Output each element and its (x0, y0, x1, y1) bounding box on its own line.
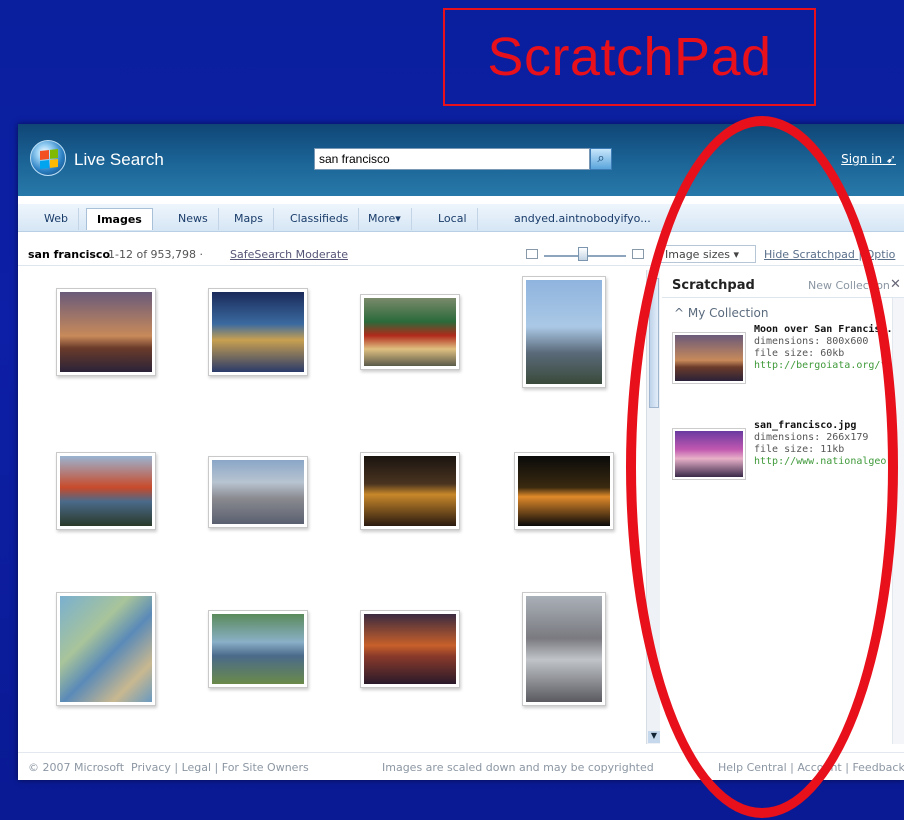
search-icon[interactable]: ⌕ (590, 148, 612, 170)
image-thumbnail (518, 456, 610, 526)
scratchpad-thumbnail (672, 428, 746, 480)
image-sizes-select[interactable]: Image sizes ▾ (660, 245, 756, 263)
nav-tabs: Web Images News Maps Classifieds More▾ L… (18, 204, 904, 232)
image-thumbnail (212, 614, 304, 684)
windows-logo-icon[interactable] (30, 140, 66, 176)
image-result[interactable] (56, 288, 156, 376)
item-filesize: file size: 11kb (754, 444, 845, 455)
image-result[interactable] (208, 288, 308, 376)
item-url[interactable]: http://bergoiata.org/fe/... (754, 360, 904, 371)
tab-maps[interactable]: Maps (224, 208, 274, 230)
item-filesize: file size: 60kb (754, 348, 845, 359)
image-result[interactable] (208, 610, 308, 688)
search-header: Live Search san francisco ⌕ Sign in ➹ (18, 124, 904, 196)
dropdown-arrow-icon: ▾ (733, 248, 740, 261)
image-thumbnail (60, 292, 152, 372)
tab-web[interactable]: Web (34, 208, 79, 230)
image-thumbnail (364, 614, 456, 684)
copyright-note: Images are scaled down and may be copyri… (382, 761, 654, 774)
item-title: san_francisco.jpg (754, 420, 857, 431)
item-url[interactable]: http://www.nationalgeo... (754, 456, 904, 467)
image-thumbnail (60, 596, 152, 702)
tab-more[interactable]: More▾ (358, 208, 412, 230)
image-result[interactable] (522, 276, 606, 388)
safesearch-link[interactable]: SafeSearch Moderate (230, 248, 348, 261)
close-icon[interactable]: ✕ (890, 277, 901, 292)
brand-name[interactable]: Live Search (74, 150, 164, 170)
scratchpad-item[interactable]: san_francisco.jpg dimensions: 266x179 fi… (672, 420, 904, 486)
signin-label: Sign in (841, 152, 883, 166)
image-thumbnail (212, 292, 304, 372)
image-result[interactable] (522, 592, 606, 706)
new-collection-link[interactable]: New Collection (808, 279, 890, 292)
footer-right-links[interactable]: Help Central | Account | Feedback (718, 761, 904, 774)
image-sizes-value: Image sizes (665, 248, 731, 261)
scratchpad-scrollbar[interactable] (892, 298, 904, 744)
search-input[interactable]: san francisco (314, 148, 590, 170)
item-dimensions: dimensions: 800x600 (754, 336, 869, 347)
footer: © 2007 Microsoft Privacy | Legal | For S… (18, 752, 904, 780)
results-scrollbar[interactable]: ▼ (646, 270, 660, 744)
image-result[interactable] (360, 452, 460, 530)
image-thumbnail (526, 280, 602, 384)
image-results-grid (18, 270, 660, 744)
image-result[interactable] (56, 452, 156, 530)
image-thumbnail (60, 456, 152, 526)
results-bar: san francisco 1-12 of 953,798 · SafeSear… (18, 242, 904, 266)
scratchpad-title: Scratchpad (672, 278, 755, 293)
image-result[interactable] (56, 592, 156, 706)
image-thumbnail (364, 298, 456, 366)
large-grid-icon[interactable] (632, 249, 644, 259)
image-thumbnail (212, 460, 304, 524)
tab-news[interactable]: News (168, 208, 219, 230)
slider-knob[interactable] (578, 247, 588, 261)
scratchpad-panel: Scratchpad New Collection ✕ ^ My Collect… (662, 270, 904, 744)
scratchpad-item[interactable]: Moon over San Francisc... dimensions: 80… (672, 324, 904, 390)
footer-left: © 2007 Microsoft Privacy | Legal | For S… (28, 761, 309, 774)
image-result[interactable] (360, 610, 460, 688)
copyright: © 2007 Microsoft (28, 761, 125, 774)
image-result[interactable] (514, 452, 614, 530)
tab-classifieds[interactable]: Classifieds (280, 208, 360, 230)
footer-links[interactable]: Privacy | Legal | For Site Owners (131, 761, 309, 774)
slide-title: ScratchPad (443, 8, 816, 106)
signin-link[interactable]: Sign in ➹ (841, 152, 896, 166)
result-count: 1-12 of 953,798 · (108, 248, 204, 261)
scroll-down-icon[interactable]: ▼ (648, 731, 660, 743)
hide-scratchpad-link[interactable]: Hide Scratchpad | Optio (764, 248, 895, 261)
tab-images[interactable]: Images (86, 208, 153, 230)
item-title: Moon over San Francisc... (754, 324, 904, 335)
item-dimensions: dimensions: 266x179 (754, 432, 869, 443)
small-grid-icon[interactable] (526, 249, 538, 259)
image-result[interactable] (360, 294, 460, 370)
scrollbar-thumb[interactable] (649, 278, 659, 408)
options-link[interactable]: | Optio (858, 248, 895, 261)
tab-local[interactable]: Local (428, 208, 478, 230)
image-result[interactable] (208, 456, 308, 528)
image-thumbnail (364, 456, 456, 526)
scratchpad-thumbnail (672, 332, 746, 384)
query-label: san francisco (28, 248, 111, 261)
scratchpad-header: Scratchpad New Collection ✕ (662, 270, 904, 298)
browser-window: Live Search san francisco ⌕ Sign in ➹ We… (18, 124, 904, 780)
tab-user[interactable]: andyed.aintnobodyifyo... (504, 208, 661, 230)
hide-scratchpad-label: Hide Scratchpad (764, 248, 855, 261)
thumbnail-size-slider[interactable] (526, 247, 646, 261)
image-thumbnail (526, 596, 602, 702)
collection-toggle[interactable]: ^ My Collection (674, 306, 769, 320)
signin-icon: ➹ (885, 152, 896, 166)
